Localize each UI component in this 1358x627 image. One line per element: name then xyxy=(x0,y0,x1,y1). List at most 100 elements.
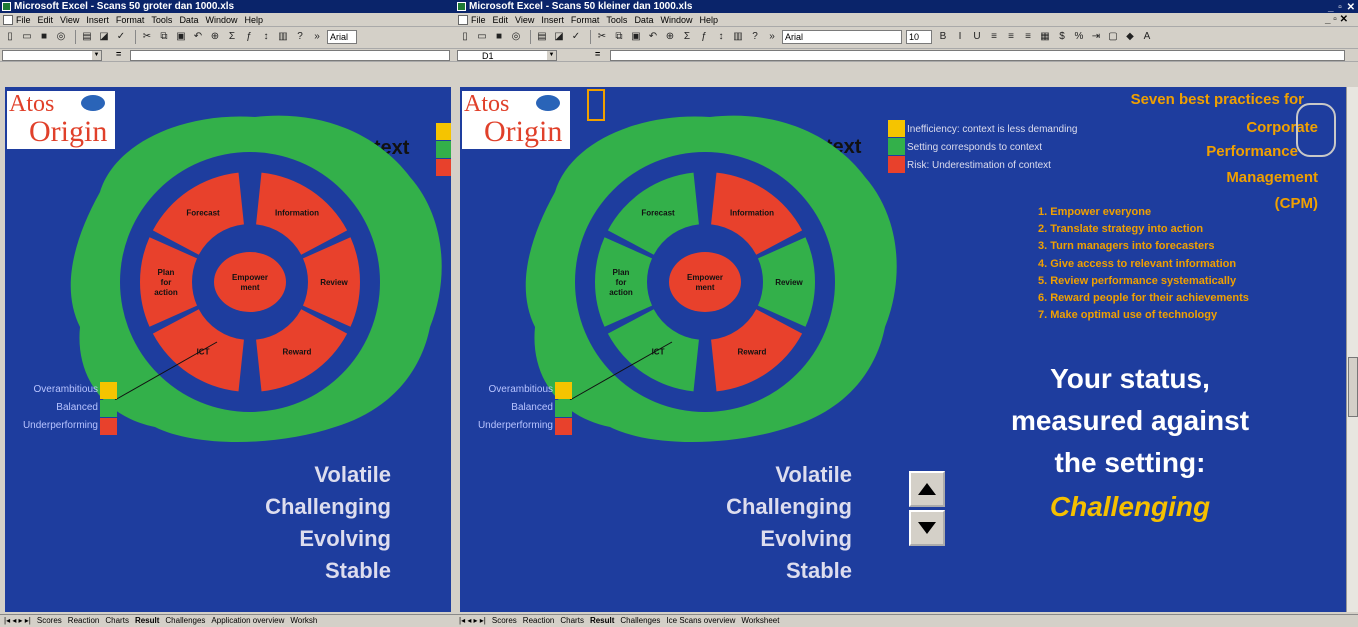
tab-worksheet[interactable]: Worksh xyxy=(290,616,317,625)
currency-icon[interactable]: $ xyxy=(1055,30,1069,44)
paste-icon[interactable]: ▣ xyxy=(174,30,188,44)
menu-data[interactable]: Data xyxy=(179,15,198,25)
function-icon[interactable]: ƒ xyxy=(242,30,256,44)
tab-challenges[interactable]: Challenges xyxy=(165,616,205,625)
print-icon[interactable]: ▤ xyxy=(535,30,549,44)
print-icon[interactable]: ▤ xyxy=(80,30,94,44)
name-box[interactable]: D1 ▼ xyxy=(457,50,557,61)
paste-icon[interactable]: ▣ xyxy=(629,30,643,44)
font-color-icon[interactable]: A xyxy=(1140,30,1154,44)
tab-charts[interactable]: Charts xyxy=(105,616,129,625)
indent-icon[interactable]: ⇥ xyxy=(1089,30,1103,44)
align-left-icon[interactable]: ≡ xyxy=(987,30,1001,44)
align-center-icon[interactable]: ≡ xyxy=(1004,30,1018,44)
tab-nav-arrows[interactable]: |◂ ◂ ▸ ▸| xyxy=(4,616,31,625)
office-assistant-paperclip-icon[interactable] xyxy=(1296,103,1336,157)
menu-data[interactable]: Data xyxy=(634,15,653,25)
sort-icon[interactable]: ↕ xyxy=(714,30,728,44)
menu-tools[interactable]: Tools xyxy=(606,15,627,25)
menu-help[interactable]: Help xyxy=(244,15,263,25)
email-icon[interactable]: ◎ xyxy=(509,30,523,44)
undo-icon[interactable]: ↶ xyxy=(191,30,205,44)
tab-nav-arrows[interactable]: |◂ ◂ ▸ ▸| xyxy=(459,616,486,625)
tab-challenges[interactable]: Challenges xyxy=(620,616,660,625)
tab-scores[interactable]: Scores xyxy=(492,616,517,625)
tab-result[interactable]: Result xyxy=(590,616,614,625)
copy-icon[interactable]: ⧉ xyxy=(612,30,626,44)
underline-icon[interactable]: U xyxy=(970,30,984,44)
more-icon[interactable]: » xyxy=(765,30,779,44)
menu-file[interactable]: File xyxy=(471,15,486,25)
bold-icon[interactable]: B xyxy=(936,30,950,44)
more-icon[interactable]: » xyxy=(310,30,324,44)
new-icon[interactable]: ▯ xyxy=(458,30,472,44)
worksheet[interactable]: AtosOrigin Context InformationReviewRewa… xyxy=(5,87,451,612)
spelling-icon[interactable]: ✓ xyxy=(569,30,583,44)
help-icon[interactable]: ? xyxy=(748,30,762,44)
borders-icon[interactable]: ▢ xyxy=(1106,30,1120,44)
menu-edit[interactable]: Edit xyxy=(38,15,54,25)
scroll-down-button[interactable] xyxy=(909,510,945,546)
menu-insert[interactable]: Insert xyxy=(541,15,564,25)
tab-worksheet[interactable]: Worksheet xyxy=(741,616,779,625)
menu-format[interactable]: Format xyxy=(571,15,600,25)
workbook-icon[interactable] xyxy=(458,15,468,25)
spelling-icon[interactable]: ✓ xyxy=(114,30,128,44)
merge-icon[interactable]: ▦ xyxy=(1038,30,1052,44)
cut-icon[interactable]: ✂ xyxy=(140,30,154,44)
italic-icon[interactable]: I xyxy=(953,30,967,44)
open-icon[interactable]: ▭ xyxy=(20,30,34,44)
autosum-icon[interactable]: Σ xyxy=(680,30,694,44)
print-preview-icon[interactable]: ◪ xyxy=(97,30,111,44)
tab-reaction[interactable]: Reaction xyxy=(523,616,555,625)
tab-result[interactable]: Result xyxy=(135,616,159,625)
hyperlink-icon[interactable]: ⊕ xyxy=(663,30,677,44)
new-icon[interactable]: ▯ xyxy=(3,30,17,44)
hyperlink-icon[interactable]: ⊕ xyxy=(208,30,222,44)
formula-input[interactable] xyxy=(130,50,450,61)
workbook-icon[interactable] xyxy=(3,15,13,25)
scroll-up-button[interactable] xyxy=(909,471,945,507)
font-size-box[interactable]: 10 xyxy=(906,30,932,44)
menu-file[interactable]: File xyxy=(16,15,31,25)
chevron-down-icon[interactable]: ▼ xyxy=(547,51,556,60)
tab-scores[interactable]: Scores xyxy=(37,616,62,625)
align-right-icon[interactable]: ≡ xyxy=(1021,30,1035,44)
worksheet[interactable]: AtosOrigin Context Inefficiency: context… xyxy=(460,87,1348,612)
email-icon[interactable]: ◎ xyxy=(54,30,68,44)
sort-icon[interactable]: ↕ xyxy=(259,30,273,44)
save-icon[interactable]: ■ xyxy=(492,30,506,44)
percent-icon[interactable]: % xyxy=(1072,30,1086,44)
vertical-scrollbar[interactable] xyxy=(1346,87,1358,612)
save-icon[interactable]: ■ xyxy=(37,30,51,44)
tab-reaction[interactable]: Reaction xyxy=(68,616,100,625)
menu-insert[interactable]: Insert xyxy=(86,15,109,25)
menu-window[interactable]: Window xyxy=(205,15,237,25)
tab-application-overview[interactable]: Application overview xyxy=(211,616,284,625)
menu-format[interactable]: Format xyxy=(116,15,145,25)
undo-icon[interactable]: ↶ xyxy=(646,30,660,44)
menu-view[interactable]: View xyxy=(60,15,79,25)
title-bar[interactable]: Microsoft Excel - Scans 50 kleiner dan 1… xyxy=(455,0,1358,13)
menu-edit[interactable]: Edit xyxy=(493,15,509,25)
font-box[interactable]: Arial xyxy=(782,30,902,44)
cut-icon[interactable]: ✂ xyxy=(595,30,609,44)
copy-icon[interactable]: ⧉ xyxy=(157,30,171,44)
tab-ice-scans-overview[interactable]: Ice Scans overview xyxy=(666,616,735,625)
menu-help[interactable]: Help xyxy=(699,15,718,25)
menu-view[interactable]: View xyxy=(515,15,534,25)
menu-window[interactable]: Window xyxy=(660,15,692,25)
open-icon[interactable]: ▭ xyxy=(475,30,489,44)
function-icon[interactable]: ƒ xyxy=(697,30,711,44)
menu-tools[interactable]: Tools xyxy=(151,15,172,25)
title-bar[interactable]: Microsoft Excel - Scans 50 groter dan 10… xyxy=(0,0,455,13)
formula-input[interactable] xyxy=(610,50,1345,61)
print-preview-icon[interactable]: ◪ xyxy=(552,30,566,44)
window-controls[interactable]: _ ▫ ✕ xyxy=(1328,1,1356,13)
scrollbar-thumb[interactable] xyxy=(1348,357,1358,417)
name-box[interactable]: ▼ xyxy=(2,50,102,61)
fill-color-icon[interactable]: ◆ xyxy=(1123,30,1137,44)
chart-icon[interactable]: ▥ xyxy=(276,30,290,44)
help-icon[interactable]: ? xyxy=(293,30,307,44)
tab-charts[interactable]: Charts xyxy=(560,616,584,625)
